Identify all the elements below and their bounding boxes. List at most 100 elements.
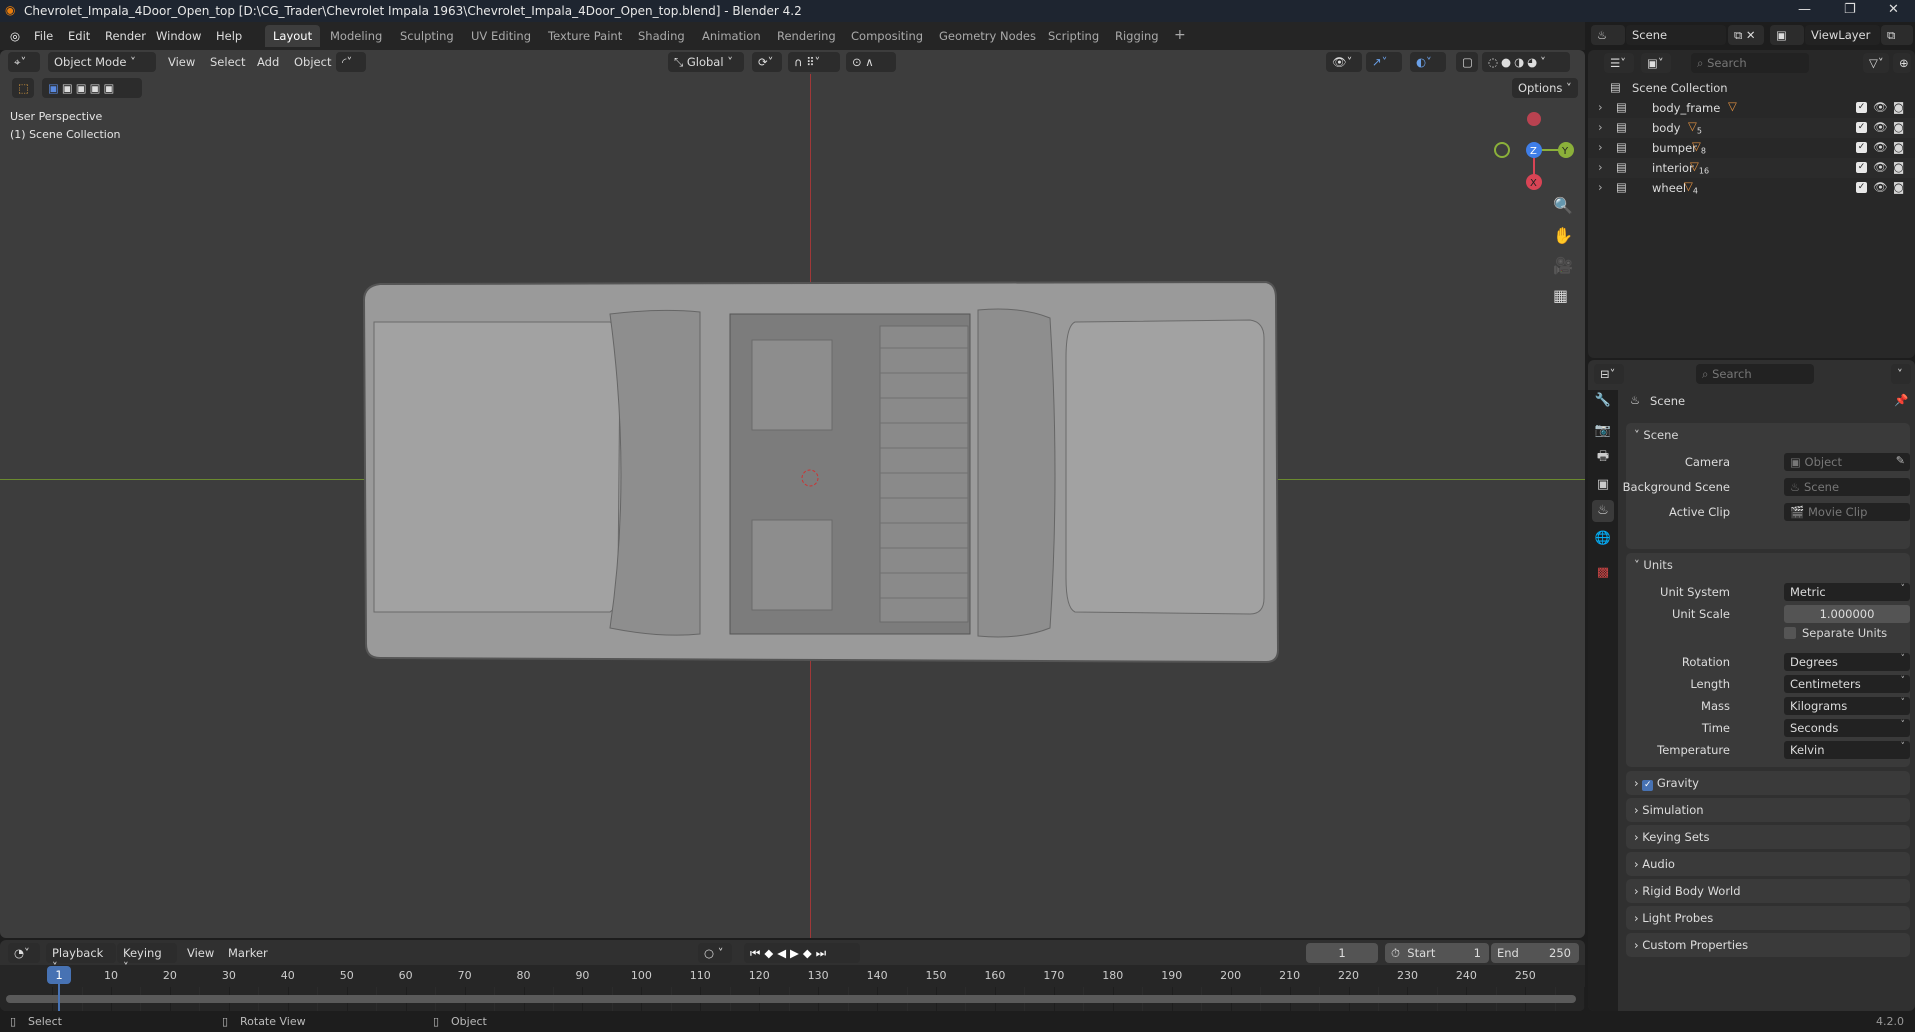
timeline-editor-icon[interactable]: ◔˅ [8, 943, 40, 963]
menu-file[interactable]: File [34, 29, 53, 43]
viewlayer-selector[interactable]: ViewLayer [1805, 25, 1880, 45]
timeline-scrollbar[interactable] [6, 995, 1576, 1003]
select-tool-icon[interactable]: ⬚ [12, 78, 34, 98]
render-camera-icon[interactable]: ◙ [1893, 160, 1904, 174]
outliner-item-interior[interactable]: › ▤ interior ▽16 ✓ 👁 ◙ [1588, 158, 1915, 178]
tab-rendering[interactable]: Rendering [769, 25, 844, 47]
panel-rigid-body-world[interactable]: › Rigid Body World [1626, 879, 1910, 903]
render-camera-icon[interactable]: ◙ [1893, 100, 1904, 114]
viewport-menu-add[interactable]: Add [257, 55, 279, 69]
blender-menu-icon[interactable]: ◎ [10, 29, 20, 43]
proportional-icon[interactable]: ⊙ ∧ [846, 52, 896, 72]
car-model[interactable] [360, 278, 1280, 670]
tab-texture-paint[interactable]: Texture Paint [540, 25, 630, 47]
new-scene-button[interactable]: ⧉ ✕ [1728, 25, 1764, 45]
tab-modeling[interactable]: Modeling [322, 25, 390, 47]
eyedropper-icon[interactable]: ✎ [1896, 454, 1905, 467]
units-panel-header[interactable]: ˅ Units [1634, 558, 1673, 572]
expand-chevron-icon[interactable]: › [1598, 140, 1603, 154]
current-frame-field[interactable]: 1 [1306, 943, 1378, 963]
pan-hand-icon[interactable]: ✋ [1553, 226, 1573, 245]
eye-icon[interactable]: 👁 [1873, 140, 1888, 154]
tab-compositing[interactable]: Compositing [843, 25, 931, 47]
active-clip-field[interactable]: 🎬 Movie Clip [1784, 503, 1910, 521]
eye-icon[interactable]: 👁 [1873, 180, 1888, 194]
menu-render[interactable]: Render [105, 29, 146, 43]
tab-layout[interactable]: Layout [265, 25, 321, 47]
pin-icon[interactable]: 📌 [1894, 393, 1908, 407]
timeline-menu-marker[interactable]: Marker [228, 946, 268, 960]
viewport-menu-view[interactable]: View [168, 55, 195, 69]
timeline-track[interactable] [0, 987, 1585, 1011]
gp-icon[interactable]: ◜˅ [336, 52, 366, 72]
navigation-gizmo[interactable]: Z Y X [1490, 105, 1580, 195]
gizmo-toggle-icon[interactable]: ↗˅ [1366, 52, 1402, 72]
frame-ruler[interactable]: 10 20 30 40 50 60 70 80 90 100 110 120 130 140 150 160 1… [0, 965, 1585, 987]
world-tab-icon[interactable]: 🌐 [1592, 528, 1614, 550]
viewport-menu-select[interactable]: Select [210, 55, 245, 69]
panel-gravity[interactable]: › ✓ Gravity [1626, 771, 1910, 795]
menu-edit[interactable]: Edit [68, 29, 90, 43]
background-scene-field[interactable]: ♨ Scene [1784, 478, 1910, 496]
panel-audio[interactable]: › Audio [1626, 852, 1910, 876]
visibility-icon[interactable]: 👁˅ [1326, 52, 1362, 72]
unit-time-dropdown[interactable]: Seconds ˅ [1784, 719, 1910, 737]
render-tab-icon[interactable]: 📷 [1592, 420, 1614, 442]
render-camera-icon[interactable]: ◙ [1893, 180, 1904, 194]
close-icon[interactable]: ✕ [1888, 2, 1899, 17]
expand-chevron-icon[interactable]: › [1598, 120, 1603, 134]
tab-shading[interactable]: Shading [630, 25, 693, 47]
panel-light-probes[interactable]: › Light Probes [1626, 906, 1910, 930]
camera-field[interactable]: ▣ Object ✎ [1784, 453, 1910, 471]
auto-key-button[interactable]: ○ ˅ [698, 943, 732, 963]
tab-uv-editing[interactable]: UV Editing [463, 25, 539, 47]
panel-keying-sets[interactable]: › Keying Sets [1626, 825, 1910, 849]
outliner-filter-icon[interactable]: ▽˅ [1863, 53, 1889, 73]
properties-editor-icon[interactable]: ⊟˅ [1594, 364, 1624, 384]
properties-search[interactable]: ⌕ Search [1696, 364, 1814, 384]
timeline-menu-view[interactable]: View [187, 946, 214, 960]
playhead[interactable]: 1 [47, 966, 71, 984]
exclude-checkbox[interactable]: ✓ [1856, 182, 1867, 193]
eye-icon[interactable]: 👁 [1873, 160, 1888, 174]
viewport-menu-object[interactable]: Object [294, 55, 331, 69]
outliner-search[interactable]: ⌕ Search [1691, 53, 1809, 73]
editor-type-icon[interactable]: ⌖˅ [8, 52, 40, 72]
mode-dropdown[interactable]: Object Mode ˅ [48, 52, 156, 72]
unit-temperature-dropdown[interactable]: Kelvin ˅ [1784, 741, 1910, 759]
tab-geometry-nodes[interactable]: Geometry Nodes [931, 25, 1044, 47]
add-workspace-button[interactable]: + [1166, 23, 1194, 45]
panel-custom-properties[interactable]: › Custom Properties [1626, 933, 1910, 957]
unit-rotation-dropdown[interactable]: Degrees ˅ [1784, 653, 1910, 671]
options-dropdown[interactable]: Options ˅ [1512, 78, 1578, 98]
scene-collection-row[interactable]: ▤ Scene Collection [1588, 78, 1915, 98]
end-frame-field[interactable]: End 250 [1491, 943, 1579, 963]
render-camera-icon[interactable]: ◙ [1893, 120, 1904, 134]
tool-tab-icon[interactable]: 🔧 [1592, 390, 1614, 412]
unit-unit-system-dropdown[interactable]: Metric ˅ [1784, 583, 1910, 601]
exclude-checkbox[interactable]: ✓ [1856, 122, 1867, 133]
eye-icon[interactable]: 👁 [1873, 120, 1888, 134]
pivot-icon[interactable]: ⟳˅ [752, 52, 782, 72]
outliner-item-body[interactable]: › ▤ body ▽5 ✓ 👁 ◙ [1588, 118, 1915, 138]
render-camera-icon[interactable]: ◙ [1893, 140, 1904, 154]
selection-mode-buttons[interactable]: ▣▣▣▣▣ [42, 78, 142, 98]
xray-icon[interactable]: ▢ [1456, 52, 1478, 72]
start-frame-field[interactable]: ⏱ Start 1 [1385, 943, 1489, 963]
viewlayer-icon[interactable]: ▣ [1770, 25, 1804, 45]
properties-options-icon[interactable]: ˅ [1891, 364, 1911, 384]
menu-window[interactable]: Window [156, 29, 201, 43]
exclude-checkbox[interactable]: ✓ [1856, 162, 1867, 173]
outliner-display-mode-icon[interactable]: ☰˅ [1604, 53, 1634, 73]
orientation-dropdown[interactable]: ⤡ Global ˅ [668, 52, 744, 72]
unit-unit-scale-field[interactable]: 1.000000 [1784, 605, 1910, 623]
minimize-icon[interactable]: — [1798, 2, 1811, 17]
restore-icon[interactable]: ❐ [1844, 2, 1856, 17]
scene-panel-header[interactable]: ˅ Scene [1634, 428, 1678, 442]
menu-help[interactable]: Help [216, 29, 242, 43]
outliner-filter-view-icon[interactable]: ▣˅ [1641, 53, 1671, 73]
expand-chevron-icon[interactable]: › [1598, 180, 1603, 194]
texture-tab-icon[interactable]: ▩ [1592, 562, 1614, 584]
exclude-checkbox[interactable]: ✓ [1856, 142, 1867, 153]
snap-icon[interactable]: ∩ ⠿˅ [788, 52, 840, 72]
